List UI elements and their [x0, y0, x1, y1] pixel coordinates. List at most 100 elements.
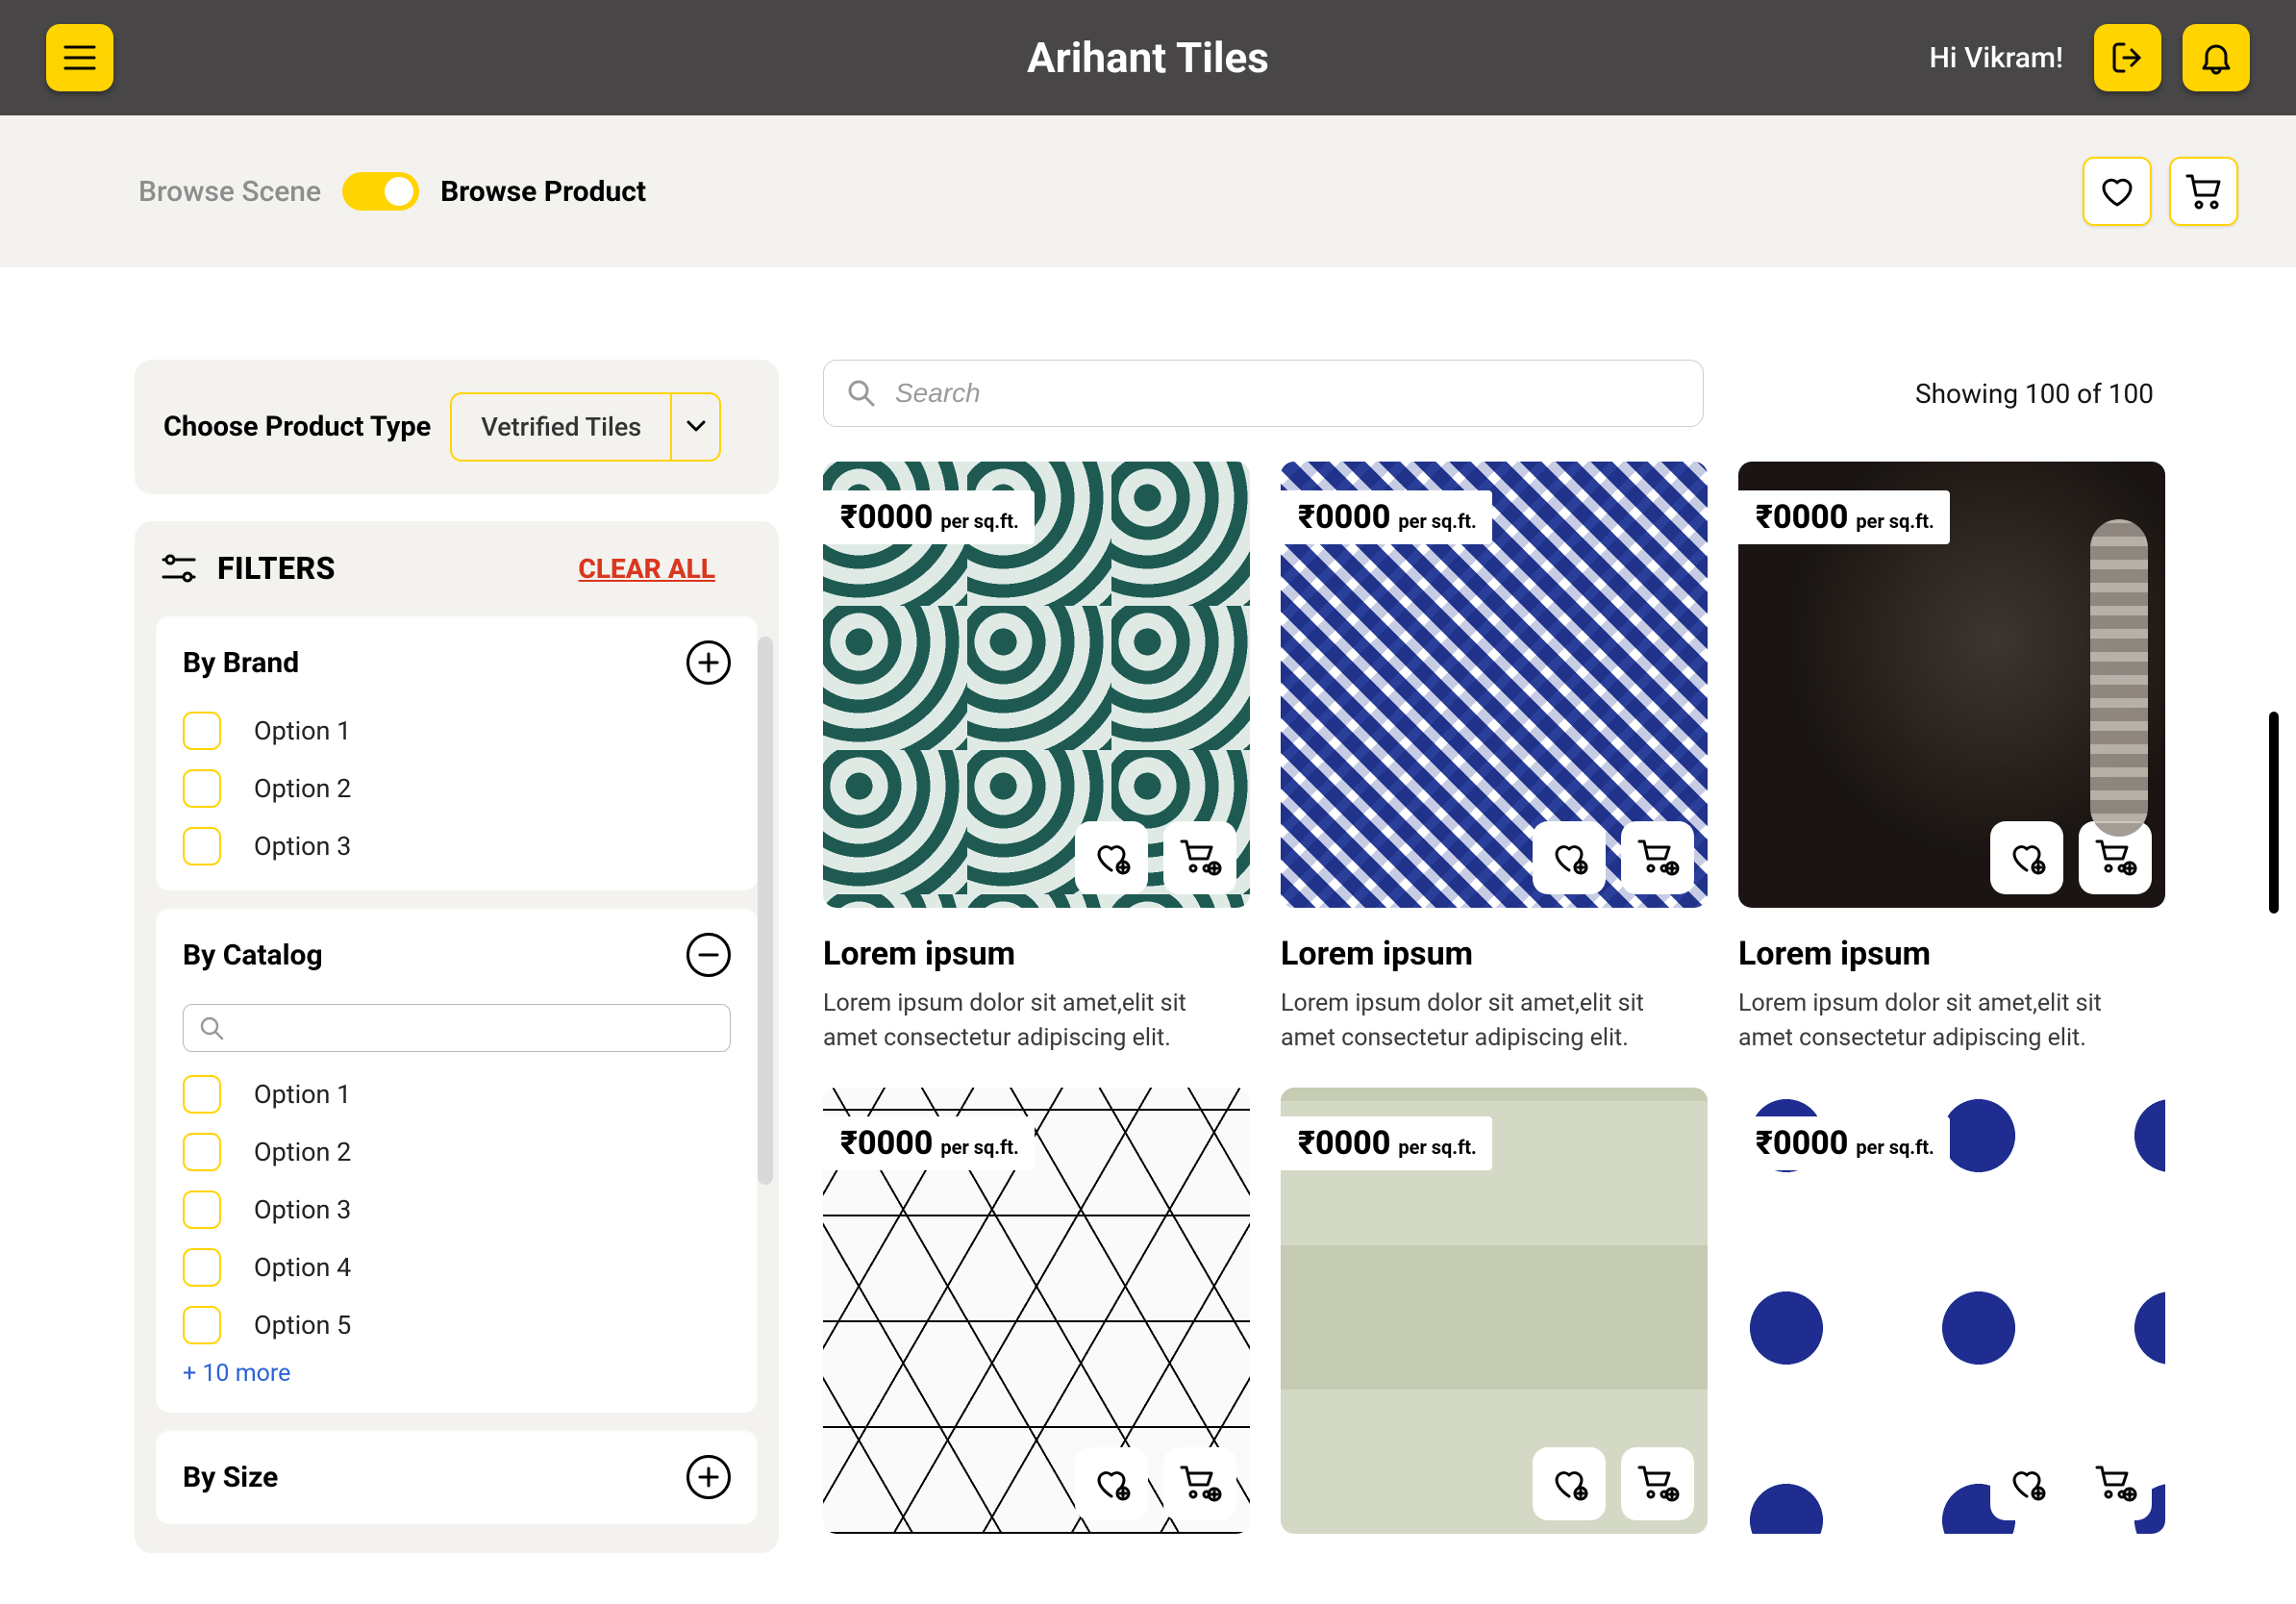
facet-brand-expand-button[interactable] — [686, 640, 731, 685]
product-card: ₹0000 per sq.ft. Lorem ipsum Lorem ipsum… — [1738, 462, 2165, 1057]
heart-add-icon — [1091, 840, 1132, 876]
product-title: Lorem ipsum — [1738, 935, 2165, 973]
option-label: Option 1 — [254, 715, 351, 746]
add-cart-button[interactable] — [1621, 821, 1694, 894]
cart-add-icon — [1635, 1464, 1680, 1504]
catalog-option-row[interactable]: Option 1 — [183, 1075, 731, 1114]
product-image[interactable]: ₹0000 per sq.ft. — [1281, 1088, 1708, 1534]
heart-add-icon — [1549, 1466, 1589, 1502]
product-image[interactable]: ₹0000 per sq.ft. — [823, 1088, 1250, 1534]
product-type-panel: Choose Product Type Vetrified Tiles — [135, 360, 779, 494]
clear-all-button[interactable]: CLEAR ALL — [579, 553, 716, 585]
search-icon — [847, 379, 876, 408]
add-cart-button[interactable] — [2079, 1447, 2152, 1520]
catalog-option-row[interactable]: Option 2 — [183, 1133, 731, 1171]
add-cart-button[interactable] — [1163, 1447, 1236, 1520]
greeting-text: Hi Vikram! — [1930, 41, 2063, 75]
price-value: ₹0000 — [840, 1124, 933, 1163]
app-title: Arihant Tiles — [1027, 33, 1269, 83]
price-badge: ₹0000 per sq.ft. — [1738, 490, 1950, 544]
add-cart-button[interactable] — [2079, 821, 2152, 894]
price-unit: per sq.ft. — [940, 1136, 1018, 1159]
main-content: Choose Product Type Vetrified Tiles FILT… — [0, 267, 2296, 1604]
logout-icon — [2110, 40, 2145, 75]
add-wishlist-button[interactable] — [1990, 821, 2063, 894]
price-unit: per sq.ft. — [1398, 1136, 1476, 1159]
menu-button[interactable] — [46, 24, 113, 91]
add-wishlist-button[interactable] — [1533, 1447, 1606, 1520]
add-wishlist-button[interactable] — [1075, 821, 1148, 894]
product-title: Lorem ipsum — [1281, 935, 1708, 973]
product-type-chevron[interactable] — [671, 392, 721, 462]
cart-icon — [2184, 172, 2224, 211]
filters-panel: FILTERS CLEAR ALL By Brand Option 1 Opti… — [135, 521, 779, 1553]
browse-product-label[interactable]: Browse Product — [440, 175, 646, 209]
checkbox[interactable] — [183, 1306, 221, 1344]
product-description: Lorem ipsum dolor sit amet,elit sit amet… — [1281, 987, 1685, 1057]
add-wishlist-button[interactable] — [1990, 1447, 2063, 1520]
search-input[interactable] — [823, 360, 1704, 427]
browse-scene-label[interactable]: Browse Scene — [138, 175, 321, 209]
price-value: ₹0000 — [1298, 498, 1390, 537]
product-image[interactable]: ₹0000 per sq.ft. — [823, 462, 1250, 908]
product-description: Lorem ipsum dolor sit amet,elit sit amet… — [823, 987, 1227, 1057]
price-value: ₹0000 — [1298, 1124, 1390, 1163]
facet-brand: By Brand Option 1 Option 2 Option 3 — [156, 615, 758, 890]
add-cart-button[interactable] — [1621, 1447, 1694, 1520]
bell-icon — [2200, 40, 2233, 75]
product-card: ₹0000 per sq.ft. Lorem ipsum Lorem ipsum… — [1281, 462, 1708, 1057]
browse-toggle[interactable] — [342, 172, 419, 211]
checkbox[interactable] — [183, 827, 221, 865]
heart-icon — [2098, 174, 2136, 209]
product-description: Lorem ipsum dolor sit amet,elit sit amet… — [1738, 987, 2142, 1057]
heart-add-icon — [2007, 840, 2047, 876]
checkbox[interactable] — [183, 769, 221, 808]
product-image[interactable]: ₹0000 per sq.ft. — [1738, 1088, 2165, 1534]
facet-brand-title: By Brand — [183, 646, 299, 680]
brand-option-row[interactable]: Option 2 — [183, 769, 731, 808]
checkbox[interactable] — [183, 712, 221, 750]
filters-title: FILTERS — [217, 550, 336, 587]
product-card: ₹0000 per sq.ft. Lorem ipsum Lorem ipsum… — [823, 462, 1250, 1057]
logout-button[interactable] — [2094, 24, 2161, 91]
product-card: ₹0000 per sq.ft. — [1281, 1088, 1708, 1534]
add-wishlist-button[interactable] — [1075, 1447, 1148, 1520]
cart-button[interactable] — [2169, 157, 2238, 226]
price-unit: per sq.ft. — [1856, 1136, 1934, 1159]
price-unit: per sq.ft. — [1398, 510, 1476, 533]
facet-size-expand-button[interactable] — [686, 1455, 731, 1499]
add-wishlist-button[interactable] — [1533, 821, 1606, 894]
catalog-search-input[interactable] — [183, 1004, 731, 1052]
facet-catalog-collapse-button[interactable] — [686, 933, 731, 977]
heart-add-icon — [2007, 1466, 2047, 1502]
add-cart-button[interactable] — [1163, 821, 1236, 894]
checkbox[interactable] — [183, 1133, 221, 1171]
sliders-icon — [162, 552, 196, 585]
product-image[interactable]: ₹0000 per sq.ft. — [1738, 462, 2165, 908]
checkbox[interactable] — [183, 1190, 221, 1229]
option-label: Option 5 — [254, 1310, 351, 1341]
search-field[interactable] — [895, 378, 1680, 409]
catalog-show-more-link[interactable]: + 10 more — [183, 1360, 731, 1388]
heart-add-icon — [1091, 1466, 1132, 1502]
page-scrollbar[interactable] — [2269, 712, 2279, 914]
price-badge: ₹0000 per sq.ft. — [1738, 1116, 1950, 1170]
facet-catalog-title: By Catalog — [183, 939, 323, 972]
catalog-option-row[interactable]: Option 5 — [183, 1306, 731, 1344]
brand-option-row[interactable]: Option 3 — [183, 827, 731, 865]
product-type-label: Choose Product Type — [163, 411, 431, 443]
brand-option-row[interactable]: Option 1 — [183, 712, 731, 750]
product-type-value[interactable]: Vetrified Tiles — [450, 392, 671, 462]
results-count: Showing 100 of 100 — [1915, 378, 2154, 410]
wishlist-button[interactable] — [2083, 157, 2152, 226]
price-badge: ₹0000 per sq.ft. — [823, 490, 1035, 544]
catalog-option-row[interactable]: Option 4 — [183, 1248, 731, 1287]
product-image[interactable]: ₹0000 per sq.ft. — [1281, 462, 1708, 908]
catalog-option-row[interactable]: Option 3 — [183, 1190, 731, 1229]
notifications-button[interactable] — [2183, 24, 2250, 91]
price-badge: ₹0000 per sq.ft. — [1281, 1116, 1492, 1170]
checkbox[interactable] — [183, 1248, 221, 1287]
product-type-select[interactable]: Vetrified Tiles — [450, 392, 721, 462]
checkbox[interactable] — [183, 1075, 221, 1114]
filters-scrollbar[interactable] — [758, 637, 773, 1185]
